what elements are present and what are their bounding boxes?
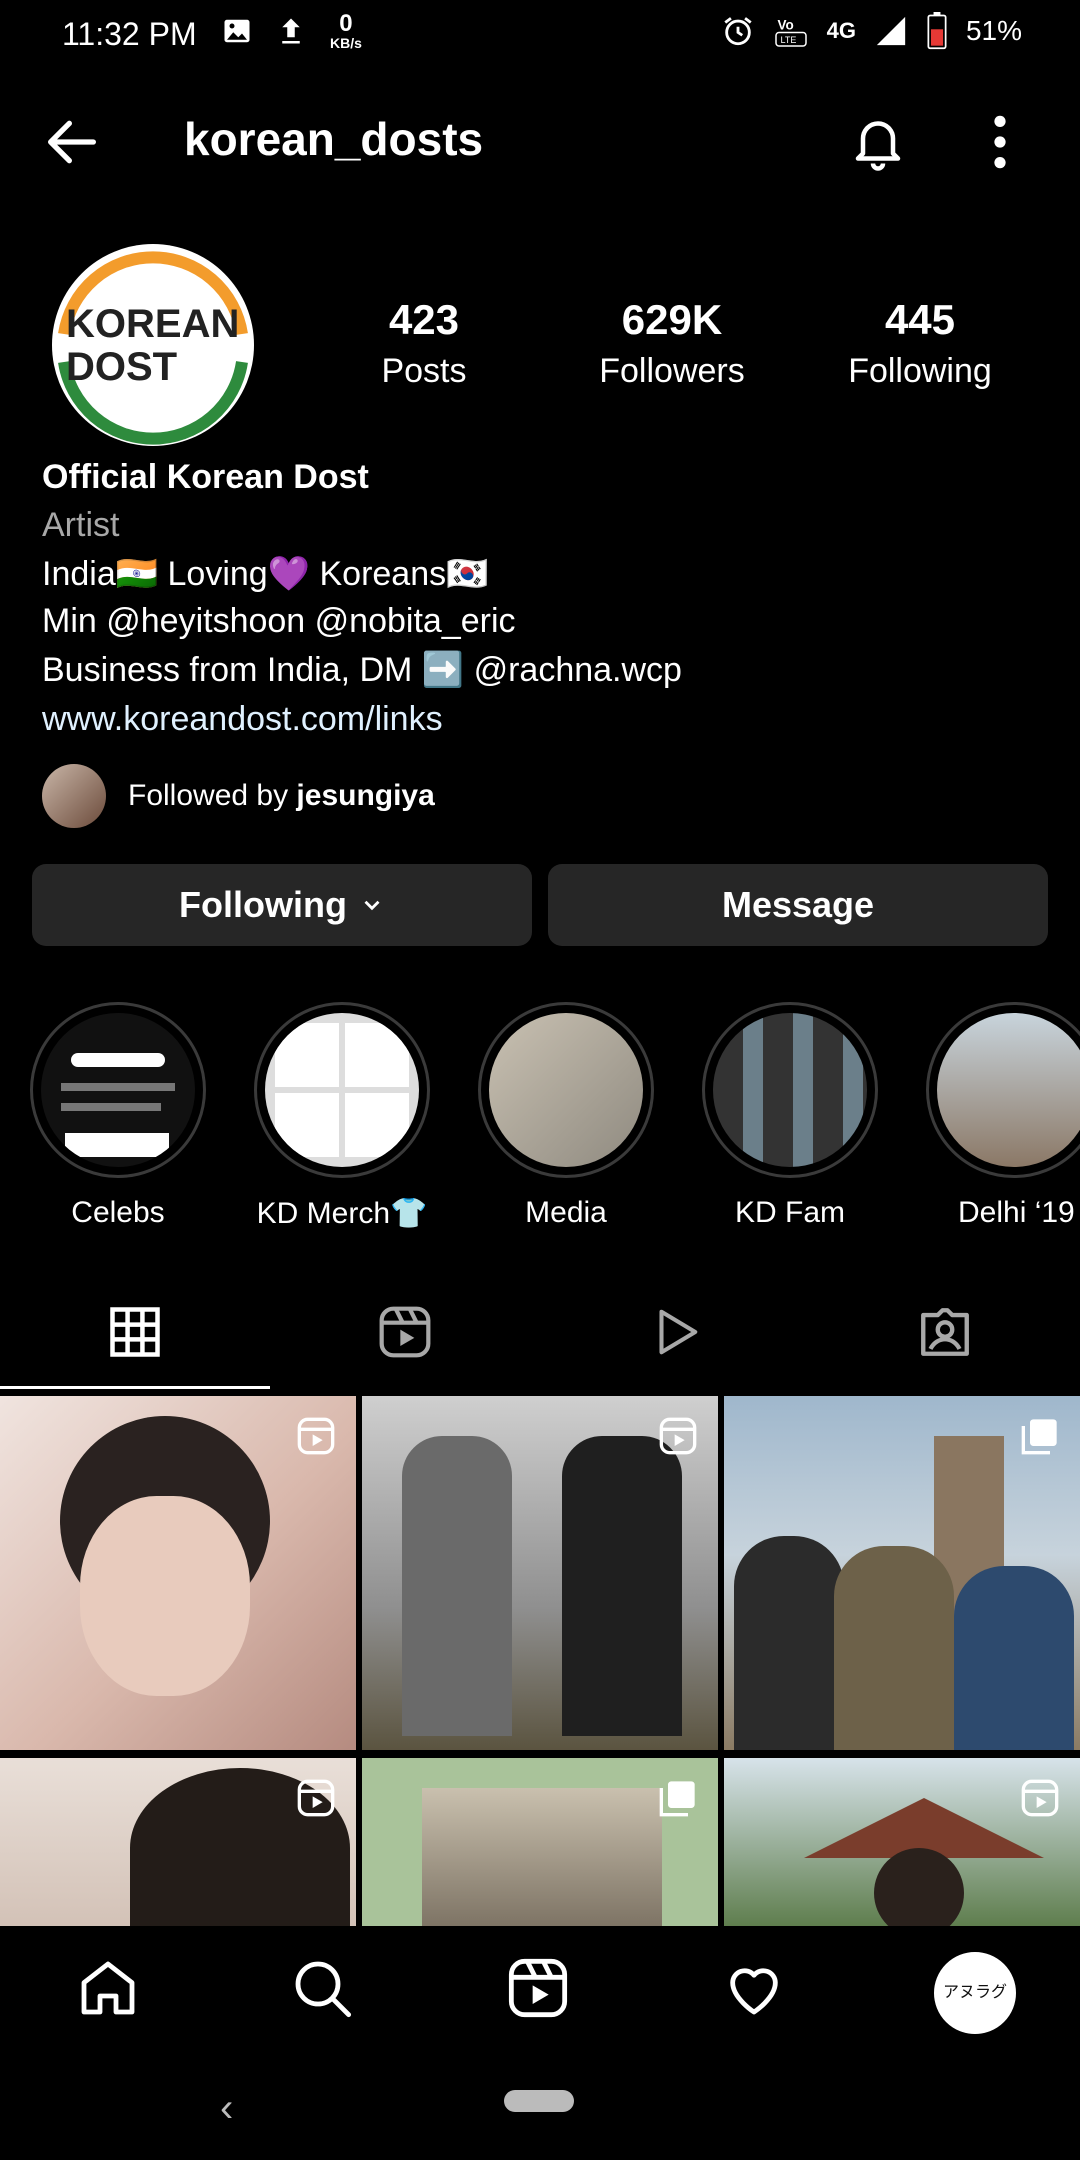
reels-icon	[379, 1306, 431, 1358]
battery-percent: 51%	[965, 15, 1022, 46]
grid-post[interactable]	[0, 1396, 356, 1750]
korean-dost-logo: KOREAN DOST	[57, 249, 249, 445]
profile-category: Artist	[42, 506, 120, 544]
bio-line: India🇮🇳 Loving💜 Koreans🇰🇷	[42, 555, 489, 593]
volte-icon: Vo LTE	[774, 18, 807, 47]
signal-icon	[876, 16, 906, 46]
followed-by-prefix: Followed by	[128, 779, 297, 812]
upload-icon	[282, 18, 300, 44]
network-type: 4G	[826, 18, 856, 43]
message-button[interactable]: Message	[548, 864, 1048, 946]
highlight-label: Media	[525, 1196, 607, 1229]
search-icon[interactable]	[290, 1956, 354, 2020]
profile-link[interactable]: www.koreandost.com/links	[42, 700, 443, 739]
highlight-label: Celebs	[71, 1196, 165, 1229]
followed-by-user: jesungiya	[296, 779, 435, 812]
grid-post[interactable]	[724, 1396, 1080, 1750]
reels-icon[interactable]	[506, 1956, 570, 2020]
highlight-label: KD Merch👕	[256, 1197, 428, 1230]
tab-videos[interactable]	[540, 1296, 810, 1368]
logo-text-1: KOREAN	[66, 302, 239, 346]
highlight-celebs[interactable]: Celebs	[30, 1002, 206, 1230]
video-icon	[659, 1309, 698, 1355]
followed-by[interactable]: Followed by jesungiya	[42, 764, 435, 828]
profile-avatar[interactable]: KOREAN DOST	[52, 244, 254, 446]
status-left-icons: 0 KB/s	[222, 12, 362, 50]
bio-line: Business from India, DM ➡️ @rachna.wcp	[42, 651, 682, 689]
highlight-thumbnail	[489, 1013, 643, 1167]
active-tab-indicator	[0, 1386, 270, 1389]
tagged-icon	[921, 1308, 969, 1356]
highlight-media[interactable]: Media	[478, 1002, 654, 1230]
battery-icon	[927, 12, 947, 50]
stat-following[interactable]: 445 Following	[834, 296, 1006, 391]
bell-icon[interactable]	[848, 108, 908, 174]
bio-line: Min @heyitshoon @nobita_eric	[42, 602, 516, 640]
profile-username: korean_dosts	[184, 113, 484, 165]
carousel-badge-icon	[1021, 1419, 1057, 1455]
stat-posts[interactable]: 423 Posts	[372, 296, 476, 391]
system-back-icon[interactable]: ‹	[220, 2086, 233, 2131]
gallery-icon	[224, 19, 250, 43]
carousel-badge-icon	[659, 1781, 695, 1817]
status-bar: 11:32 PM 0 KB/s Vo LTE 4G 51%	[0, 0, 1080, 70]
highlight-thumbnail	[937, 1013, 1080, 1167]
grid-post[interactable]	[362, 1758, 718, 1926]
grid-post[interactable]	[0, 1758, 356, 1926]
message-button-label: Message	[721, 884, 875, 925]
following-button[interactable]: Following	[32, 864, 532, 946]
highlight-thumbnail	[713, 1013, 867, 1167]
follower-avatar	[42, 764, 106, 828]
logo-text-2: DOST	[66, 345, 177, 389]
home-icon[interactable]	[76, 1956, 140, 2020]
grid-post[interactable]	[724, 1758, 1080, 1926]
grid-post[interactable]	[362, 1396, 718, 1750]
reel-badge-icon	[297, 1779, 335, 1817]
reel-badge-icon	[659, 1417, 697, 1455]
heart-icon[interactable]	[722, 1956, 786, 2020]
svg-text:LTE: LTE	[780, 35, 796, 45]
highlight-label: KD Fam	[734, 1196, 845, 1229]
chevron-down-icon	[364, 900, 380, 911]
tab-reels[interactable]	[270, 1296, 540, 1368]
status-right-icons: Vo LTE 4G 51%	[721, 12, 1022, 50]
reel-badge-icon	[1021, 1779, 1059, 1817]
highlight-kd-merch[interactable]: KD Merch👕	[254, 1002, 430, 1231]
highlight-thumbnail	[41, 1013, 195, 1167]
display-name: Official Korean Dost	[42, 458, 369, 496]
back-arrow-icon[interactable]	[40, 110, 104, 174]
alarm-icon	[723, 17, 752, 46]
reel-badge-icon	[297, 1417, 335, 1455]
tab-grid[interactable]	[0, 1296, 270, 1368]
following-button-label: Following	[179, 884, 347, 925]
grid-icon	[110, 1307, 160, 1357]
status-time: 11:32 PM	[62, 16, 197, 52]
highlight-thumbnail	[265, 1013, 419, 1167]
more-options-icon[interactable]	[982, 112, 1018, 172]
highlight-delhi[interactable]: Delhi ‘19	[926, 1002, 1080, 1230]
net-speed: 0 KB/s	[330, 10, 362, 51]
stat-followers[interactable]: 629K Followers	[582, 296, 762, 391]
profile-tab-avatar[interactable]: アヌラグ	[934, 1952, 1016, 2034]
highlight-label: Delhi ‘19	[958, 1196, 1075, 1229]
highlight-kd-fam[interactable]: KD Fam	[702, 1002, 878, 1230]
svg-text:Vo: Vo	[777, 18, 793, 33]
tab-tagged[interactable]	[810, 1296, 1080, 1368]
system-home-pill[interactable]	[504, 2090, 574, 2112]
